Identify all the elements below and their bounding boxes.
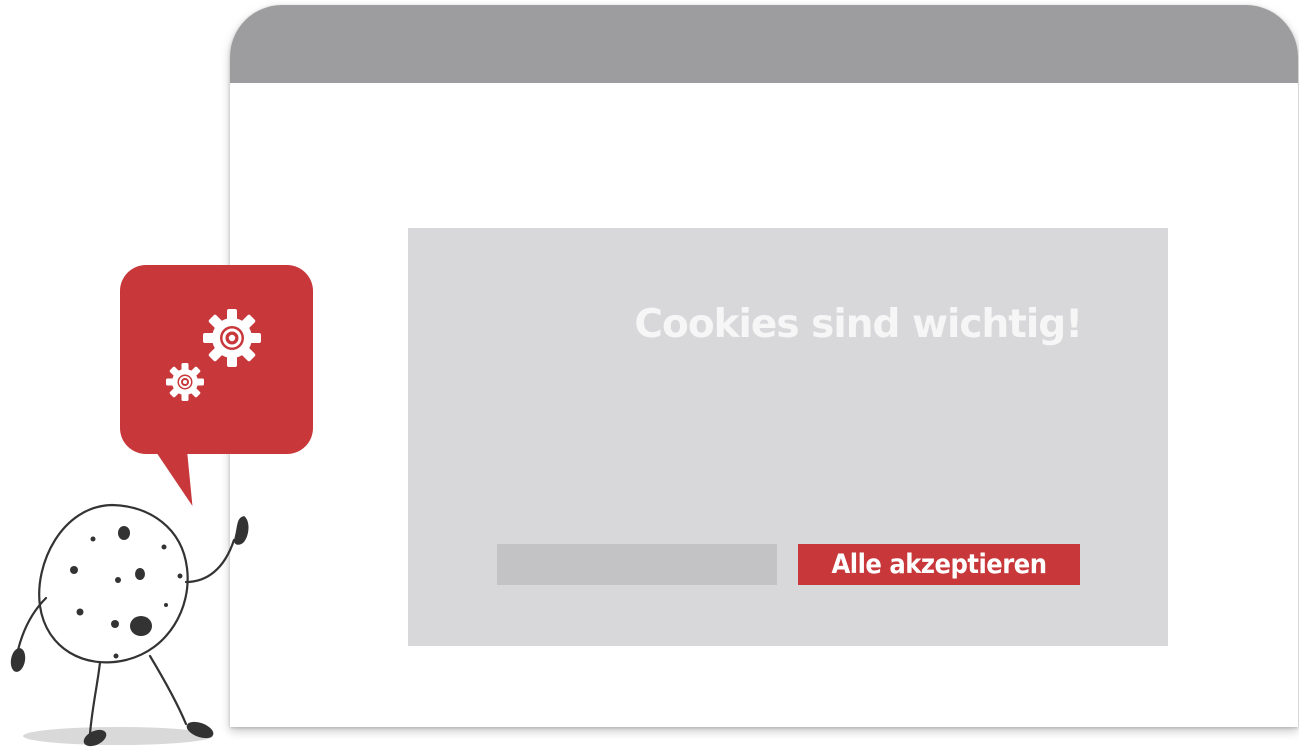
cookie-banner: Cookies sind wichtig! Alle akzeptieren [408, 228, 1168, 646]
gears-icon [166, 309, 261, 401]
cookie-settings-button[interactable] [497, 544, 777, 585]
cookie-banner-title: Cookies sind wichtig! [634, 302, 1083, 347]
accept-all-button[interactable]: Alle akzeptieren [798, 544, 1080, 585]
illustration: Cookies sind wichtig! Alle akzeptieren [0, 0, 1299, 749]
browser-window: Cookies sind wichtig! Alle akzeptieren [230, 5, 1298, 727]
browser-title-bar [230, 5, 1298, 83]
cookie-mascot [10, 503, 249, 747]
